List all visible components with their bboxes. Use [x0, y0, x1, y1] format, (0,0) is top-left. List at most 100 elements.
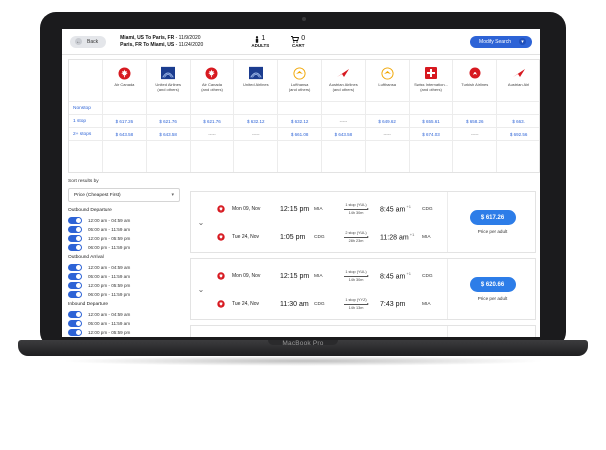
row-label-1-stop[interactable]: 1 stop [69, 115, 102, 128]
flight-leg: Mon 09, Nov12:15 pmMIA1 stop (YUL)14h 30… [217, 332, 445, 338]
matrix-price-cell [278, 102, 321, 115]
matrix-price-cell[interactable]: ----- [190, 128, 234, 141]
matrix-price-cell[interactable]: ----- [453, 128, 497, 141]
filter-toggle[interactable] [68, 329, 82, 336]
matrix-price-cell [103, 102, 146, 115]
airline-name: Turkish Airlines [461, 82, 489, 87]
matrix-price-cell[interactable]: $ 643.58 [103, 128, 146, 141]
airline-header[interactable]: United Airlines (and others) [146, 60, 190, 102]
chevron-down-icon[interactable]: ⌄ [191, 326, 211, 337]
matrix-price-cell[interactable]: $ 661.08 [278, 128, 321, 141]
price-button[interactable]: $ 620.66 [469, 277, 516, 292]
airline-column: United Airlines (and others) $ 621.76 $ 64… [146, 60, 191, 172]
laptop-shadow [60, 356, 546, 366]
next-day-indicator: +1 [405, 204, 411, 210]
arrow-red-icon [336, 66, 350, 80]
airline-name: Lufthansa [378, 82, 396, 87]
cart-label: CART [291, 43, 305, 48]
stops-duration: 1 stop (YUL) 14h 30m [336, 203, 376, 216]
filter-toggle[interactable] [68, 282, 82, 289]
matrix-price-cell[interactable]: $ 617.26 [103, 115, 146, 128]
matrix-price-cell [365, 102, 409, 115]
back-button[interactable]: ← Back [70, 35, 107, 48]
stops-text: 1 stop (YUL) [345, 269, 367, 274]
departure-airport: CDG [314, 301, 325, 307]
airline-header[interactable]: Swiss Internation... (and others) [409, 60, 453, 102]
row-label-2-stops[interactable]: 2+ stops [69, 128, 102, 141]
matrix-corner [69, 60, 102, 102]
flight-leg: Mon 09, Nov12:15 pmMIA1 stop (YUL)14h 30… [217, 198, 445, 220]
route-arrow-icon [344, 207, 369, 210]
price-button[interactable]: $ 617.26 [469, 210, 516, 225]
stops-text: 1 stop (YYZ) [345, 297, 367, 302]
airline-header[interactable]: Austrian Airlines (and others) [322, 60, 365, 102]
airline-header[interactable]: Air Canada (and others) [190, 60, 234, 102]
filter-toggle[interactable] [68, 226, 82, 233]
matrix-price-cell[interactable]: ----- [322, 115, 365, 128]
modify-search-button[interactable]: Modify Search ▾ [470, 35, 532, 48]
adults-counter[interactable]: 1 ADULTS [251, 35, 269, 48]
filter-group-title: Outbound Departure [68, 208, 112, 213]
modify-search-label: Modify Search [479, 38, 511, 45]
matrix-price-cell[interactable]: ----- [234, 128, 278, 141]
route-in: Paris, FR To Miami, US [120, 41, 175, 48]
matrix-price-cell[interactable]: $ 692.56 [497, 128, 539, 141]
matrix-price-cell[interactable]: $ 663. [497, 115, 539, 128]
airline-header[interactable]: Lufthansa [365, 60, 409, 102]
filter-toggle[interactable] [68, 217, 82, 224]
filter-toggle[interactable] [68, 264, 82, 271]
airline-column: Lufthansa (and others) $ 632.12 $ 661.08 [278, 60, 322, 172]
maple-leaf-icon [217, 295, 226, 313]
matrix-price-cell[interactable]: $ 649.62 [365, 115, 409, 128]
matrix-label-column: Nonstop 1 stop 2+ stops [69, 60, 103, 172]
sort-select[interactable]: Price (Cheapest First) ▾ [68, 188, 180, 202]
departure-airport: MIA [314, 206, 323, 212]
airline-header[interactable]: Austrian Airl [497, 60, 539, 102]
matrix-price-cell[interactable]: $ 643.58 [322, 128, 365, 141]
chevron-down-icon[interactable]: ⌄ [191, 259, 211, 319]
matrix-price-cell[interactable]: $ 632.12 [278, 115, 321, 128]
filter-toggle[interactable] [68, 291, 82, 298]
airline-column: Swiss Internation... (and others) $ 655.6… [409, 60, 454, 172]
arrival-time: 7:43 pm [380, 300, 406, 308]
filter-toggle-label: 06:00 pm - 11:59 pm [88, 292, 131, 297]
airline-header[interactable]: United Airlines [234, 60, 278, 102]
airline-header[interactable]: Turkish Airlines [453, 60, 497, 102]
united-globe-icon [161, 66, 176, 80]
matrix-price-cell[interactable]: ----- [365, 128, 409, 141]
united-globe-icon [248, 66, 263, 80]
filter-toggle[interactable] [68, 320, 82, 327]
matrix-price-cell[interactable]: $ 655.61 [409, 115, 453, 128]
arrival-airport: CDG [422, 273, 433, 279]
flight-result-card: ⌄ Mon 09, Nov 12:15 pm MIA 1 stop (YUL) 14h 3… [190, 258, 536, 320]
filter-toggle[interactable] [68, 311, 82, 318]
duration-text: 14h 30m [348, 277, 364, 282]
time-filter-option: 05:00 am - 11:59 am [68, 319, 186, 328]
time-filter-option: 12:00 am - 04:59 am [68, 263, 186, 272]
chevron-down-icon: ▾ [519, 38, 526, 45]
route-arrow-icon [344, 302, 369, 305]
sort-value: Price (Cheapest First) [74, 192, 121, 198]
matrix-price-cell[interactable]: $ 674.03 [409, 128, 453, 141]
maple-leaf-icon [217, 334, 226, 337]
filter-toggle[interactable] [68, 235, 82, 242]
matrix-price-cell[interactable]: $ 658.26 [453, 115, 497, 128]
swiss-cross-icon [424, 66, 438, 80]
cart-counter[interactable]: 0 CART [291, 35, 305, 48]
departure-time: 11:30 am [280, 300, 309, 308]
tulip-icon [468, 66, 482, 80]
arrival-airport: MIA [422, 301, 431, 307]
row-label-nonstop[interactable]: Nonstop [69, 102, 102, 115]
leg-date: Mon 09, Nov [232, 206, 261, 212]
matrix-price-cell[interactable]: $ 621.76 [146, 115, 190, 128]
filter-toggle[interactable] [68, 244, 82, 251]
matrix-price-cell[interactable]: $ 632.12 [234, 115, 278, 128]
airline-header[interactable]: Air Canada [103, 60, 146, 102]
filter-toggle[interactable] [68, 273, 82, 280]
filter-toggle-label: 12:00 am - 04:59 am [88, 218, 131, 223]
chevron-down-icon[interactable]: ⌄ [191, 192, 211, 252]
matrix-price-cell[interactable]: $ 621.76 [190, 115, 234, 128]
matrix-price-cell[interactable]: $ 643.58 [146, 128, 190, 141]
duration-text: 14h 13m [348, 305, 364, 310]
airline-header[interactable]: Lufthansa (and others) [278, 60, 321, 102]
